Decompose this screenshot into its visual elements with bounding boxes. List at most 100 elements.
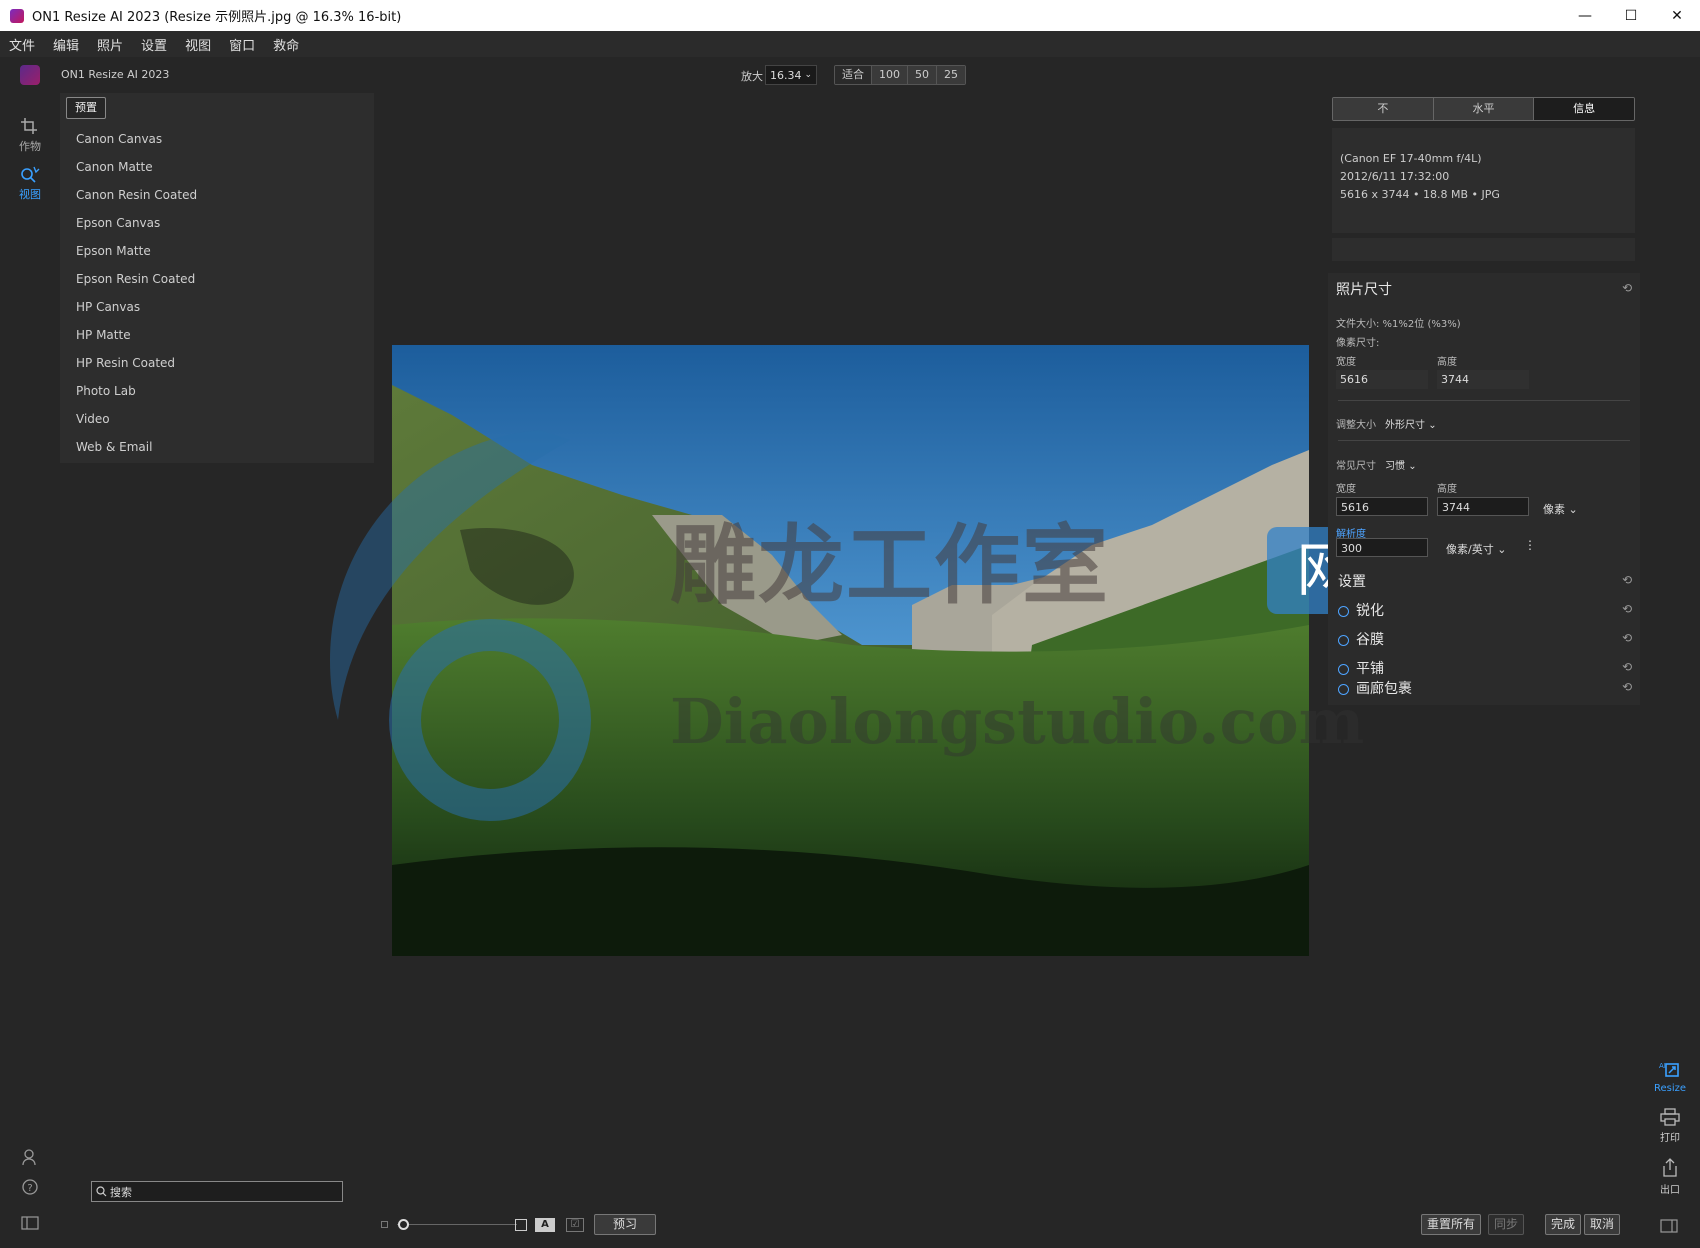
section-gallery-wrap[interactable]: 画廊包裹: [1356, 678, 1412, 698]
file-size-label: 文件大小: %1%2位 (%3%): [1336, 319, 1461, 330]
preset-item[interactable]: Canon Resin Coated: [60, 181, 374, 209]
height-input[interactable]: 3744: [1437, 497, 1529, 516]
menu-settings[interactable]: 设置: [141, 35, 167, 54]
menu-window[interactable]: 窗口: [229, 35, 255, 54]
window-title: ON1 Resize AI 2023 (Resize 示例照片.jpg @ 16…: [32, 10, 402, 25]
toggle-right-panel-button[interactable]: [1660, 1218, 1678, 1237]
preset-item[interactable]: Web & Email: [60, 433, 374, 461]
common-size-value: 习惯: [1385, 461, 1405, 472]
ai-resize-icon: AI: [1659, 1062, 1679, 1077]
compare-toggle-icon[interactable]: [515, 1219, 527, 1231]
chevron-down-icon: ⌄: [1428, 420, 1437, 431]
reset-all-button[interactable]: 重置所有: [1421, 1214, 1482, 1235]
menu-file[interactable]: 文件: [9, 35, 35, 54]
svg-text:AI: AI: [1659, 1062, 1666, 1070]
crop-tool-button[interactable]: 作物: [0, 117, 60, 154]
preset-item[interactable]: Epson Matte: [60, 237, 374, 265]
zoom-fit-button[interactable]: 适合: [835, 66, 872, 84]
toggle-film-grain[interactable]: [1338, 635, 1349, 646]
unit-select[interactable]: 像素 ⌄: [1543, 501, 1578, 517]
toggle-left-panel-button[interactable]: [0, 1216, 60, 1233]
print-module-button[interactable]: 打印: [1640, 1108, 1700, 1144]
zoom-label: 放大: [741, 70, 763, 83]
account-button[interactable]: [0, 1148, 60, 1169]
resolution-unit-select[interactable]: 像素/英寸 ⌄: [1446, 541, 1506, 557]
zoom-slider-handle[interactable]: [398, 1219, 409, 1230]
resolution-input[interactable]: 300: [1336, 538, 1428, 557]
minimize-button[interactable]: —: [1562, 0, 1608, 31]
menu-photo[interactable]: 照片: [97, 35, 123, 54]
preset-item[interactable]: Photo Lab: [60, 377, 374, 405]
reset-icon[interactable]: ⟲: [1622, 602, 1632, 616]
view-tool-button[interactable]: 视图: [0, 165, 60, 202]
zoom-50-button[interactable]: 50: [908, 66, 937, 84]
toggle-tiling[interactable]: [1338, 664, 1349, 675]
preset-item[interactable]: HP Canvas: [60, 293, 374, 321]
date-info: 2012/6/11 17:32:00: [1340, 170, 1450, 183]
tab-none[interactable]: 不: [1333, 98, 1434, 120]
left-tool-strip: 作物 视图 ?: [0, 93, 60, 1248]
toggle-gallery-wrap[interactable]: [1338, 684, 1349, 695]
dims-info: 5616 x 3744 • 18.8 MB • JPG: [1340, 188, 1500, 201]
close-button[interactable]: ✕: [1654, 0, 1700, 31]
export-module-button[interactable]: 出口: [1640, 1158, 1700, 1196]
overlay-a-icon[interactable]: A: [535, 1218, 555, 1232]
pixel-width-value: 5616: [1336, 370, 1428, 389]
right-module-strip: AI Resize 打印 出口: [1640, 1050, 1700, 1200]
toggle-sharpen[interactable]: [1338, 606, 1349, 617]
preset-item[interactable]: Video: [60, 405, 374, 433]
reset-icon[interactable]: ⟲: [1622, 660, 1632, 674]
preset-item[interactable]: Epson Canvas: [60, 209, 374, 237]
reset-icon[interactable]: ⟲: [1622, 573, 1632, 587]
photo-canvas[interactable]: [392, 345, 1309, 956]
mask-check-icon[interactable]: ☑: [566, 1218, 584, 1232]
zoom-25-button[interactable]: 25: [937, 66, 965, 84]
preset-item[interactable]: Canon Canvas: [60, 125, 374, 153]
preview-button[interactable]: 预习: [594, 1214, 656, 1235]
preset-item[interactable]: HP Resin Coated: [60, 349, 374, 377]
section-film-grain[interactable]: 谷膜: [1356, 629, 1384, 649]
menu-edit[interactable]: 编辑: [53, 35, 79, 54]
zoom-select[interactable]: 16.34 ⌄: [765, 65, 817, 85]
help-button[interactable]: ?: [0, 1178, 60, 1199]
on1-logo-icon: [20, 65, 40, 85]
section-sharpen[interactable]: 锐化: [1356, 600, 1384, 620]
lens-info: (Canon EF 17-40mm f/4L): [1340, 152, 1482, 165]
panel-right-icon: [1660, 1219, 1678, 1233]
resize-mode-select[interactable]: 外形尺寸 ⌄: [1385, 416, 1437, 431]
preset-item[interactable]: Epson Resin Coated: [60, 265, 374, 293]
preset-search-input[interactable]: 搜索: [91, 1181, 343, 1202]
cancel-button[interactable]: 取消: [1584, 1214, 1621, 1235]
user-icon: [22, 1149, 36, 1166]
reset-icon[interactable]: ⟲: [1622, 631, 1632, 645]
section-settings[interactable]: 设置: [1338, 571, 1366, 591]
done-button[interactable]: 完成: [1545, 1214, 1582, 1235]
right-panel: 不 水平 信息 (Canon EF 17-40mm f/4L) 2012/6/1…: [1325, 93, 1640, 743]
photo-size-title: 照片尺寸: [1336, 282, 1392, 298]
more-options-icon[interactable]: ⋮: [1524, 538, 1536, 552]
menu-view[interactable]: 视图: [185, 35, 211, 54]
menu-bar: 文件 编辑 照片 设置 视图 窗口 救命: [0, 31, 1700, 57]
zoom-preset-group: 适合 100 50 25: [834, 65, 966, 85]
tab-horizontal[interactable]: 水平: [1433, 98, 1535, 120]
reset-icon[interactable]: ⟲: [1622, 680, 1632, 694]
zoom-100-button[interactable]: 100: [872, 66, 908, 84]
reset-icon[interactable]: ⟲: [1622, 281, 1632, 295]
zoom-slider-track[interactable]: [397, 1224, 517, 1225]
sync-button[interactable]: 同步: [1488, 1214, 1525, 1235]
tab-info[interactable]: 信息: [1534, 98, 1634, 120]
width-input[interactable]: 5616: [1336, 497, 1428, 516]
resize-module-button[interactable]: AI Resize: [1640, 1060, 1700, 1094]
svg-text:?: ?: [27, 1183, 32, 1194]
resize-label: 调整大小: [1336, 420, 1376, 431]
menu-help[interactable]: 救命: [273, 35, 299, 54]
common-size-select[interactable]: 习惯 ⌄: [1385, 457, 1417, 472]
preset-item[interactable]: Canon Matte: [60, 153, 374, 181]
preset-item[interactable]: HP Matte: [60, 321, 374, 349]
maximize-button[interactable]: ☐: [1608, 0, 1654, 31]
unit-value: 像素: [1543, 503, 1565, 516]
tab-presets[interactable]: 预置: [66, 97, 106, 119]
zoom-value: 16.34: [770, 68, 802, 82]
width-label: 宽度: [1336, 357, 1356, 368]
title-bar: ON1 Resize AI 2023 (Resize 示例照片.jpg @ 16…: [0, 0, 1700, 31]
